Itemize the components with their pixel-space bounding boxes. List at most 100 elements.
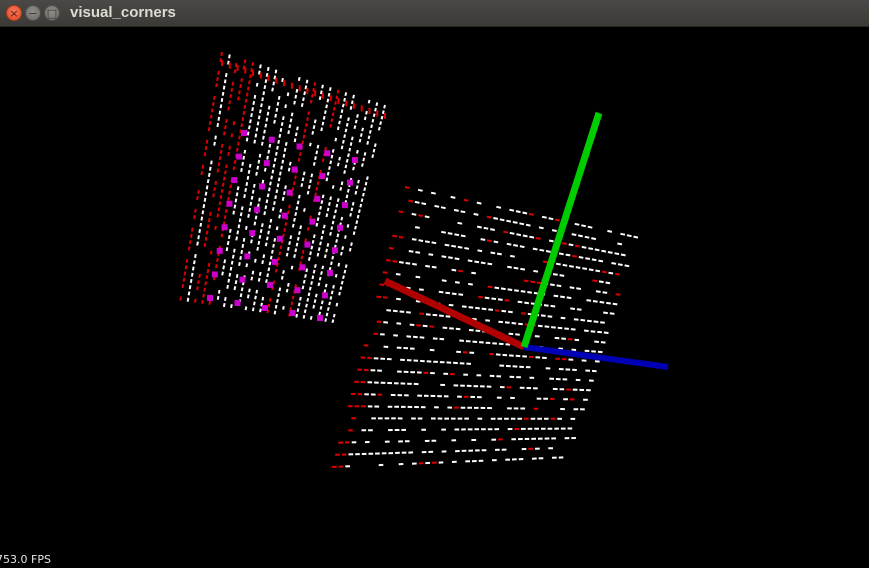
scanline <box>331 104 386 324</box>
scanline <box>417 188 639 239</box>
corner-marker <box>304 241 311 248</box>
scanline <box>324 102 379 322</box>
corner-marker <box>276 235 283 242</box>
corner-marker <box>268 136 275 143</box>
scanline-edge-point <box>306 87 309 94</box>
left-board-point-cloud <box>179 51 386 324</box>
corner-marker <box>332 247 338 254</box>
corner-marker <box>241 130 247 136</box>
corner-marker <box>221 224 228 231</box>
scanline <box>317 99 371 321</box>
scanline-edge-point <box>244 67 247 74</box>
corner-marker <box>254 206 261 213</box>
maximize-icon: □ <box>46 6 58 20</box>
scanline <box>371 417 576 420</box>
scanline-edge-point <box>221 60 223 66</box>
scanline <box>373 357 597 373</box>
corner-marker <box>231 177 238 184</box>
scanline-edge-point <box>368 107 371 114</box>
corner-marker <box>211 271 218 278</box>
scanline-edge-point <box>321 92 324 99</box>
title-bar[interactable]: × − □ visual_corners <box>0 0 869 27</box>
maximize-button[interactable]: □ <box>44 5 60 21</box>
corner-marker <box>216 247 223 254</box>
corner-marker <box>236 153 243 160</box>
corner-marker <box>258 183 265 190</box>
scanline-edge-point <box>298 85 301 92</box>
point-cloud-scene <box>179 51 669 468</box>
corner-marker <box>324 150 331 157</box>
corner-marker <box>207 295 213 301</box>
3d-viewport[interactable] <box>0 27 869 568</box>
close-icon: × <box>9 6 19 20</box>
corner-marker <box>263 160 270 167</box>
corner-marker <box>239 276 246 283</box>
corner-marker <box>266 281 273 288</box>
corner-marker <box>234 300 241 306</box>
scanline <box>360 356 372 360</box>
scanline <box>348 447 554 456</box>
corner-marker <box>309 218 316 225</box>
scanline-edge-point <box>275 77 278 84</box>
corner-marker <box>249 230 256 237</box>
scanline-edge-point <box>337 97 340 104</box>
scanline <box>411 212 626 257</box>
x-axis <box>383 277 526 351</box>
scanline-edge-point <box>252 70 255 77</box>
scanline <box>414 226 630 268</box>
scanline <box>348 428 519 432</box>
scanline <box>345 456 564 468</box>
fps-counter: 753.0 FPS <box>0 553 51 566</box>
scanline <box>288 89 340 317</box>
scanline <box>295 92 348 318</box>
detected-corners <box>207 130 358 321</box>
scanline <box>367 405 585 411</box>
y-axis <box>520 111 603 349</box>
scanline-edge-point <box>290 82 293 89</box>
scanline-edge-point <box>283 80 286 87</box>
corner-marker <box>289 310 296 316</box>
corner-marker <box>291 166 298 173</box>
scanline-edge-point <box>345 100 348 107</box>
corner-marker <box>286 189 293 196</box>
scanline <box>179 51 223 301</box>
scanline-edge-point <box>376 110 379 117</box>
minimize-button[interactable]: − <box>25 5 41 21</box>
corner-marker <box>226 200 233 207</box>
scanline <box>367 381 591 392</box>
scanline <box>370 369 594 382</box>
scanline <box>351 437 576 444</box>
corner-marker <box>347 179 353 186</box>
corner-marker <box>281 212 288 219</box>
corner-marker <box>244 253 251 260</box>
scanline <box>338 438 503 444</box>
minimize-icon: − <box>28 6 38 20</box>
scanline-edge-point <box>267 75 270 82</box>
corner-marker <box>337 224 343 231</box>
corner-marker <box>327 269 333 276</box>
scanline-edge-point <box>259 72 262 79</box>
corner-marker <box>319 173 326 180</box>
corner-marker <box>299 264 306 271</box>
corner-marker <box>296 143 303 150</box>
corner-marker <box>271 258 278 265</box>
corner-marker <box>342 202 348 209</box>
window-title: visual_corners <box>70 4 176 21</box>
close-button[interactable]: × <box>6 5 22 21</box>
corner-marker <box>317 315 323 321</box>
corner-marker <box>294 287 301 294</box>
scanline-edge-point <box>384 113 386 119</box>
scanline <box>414 200 623 246</box>
scanline-edge-point <box>329 95 332 102</box>
scanline-edge-point <box>228 62 231 69</box>
corner-marker <box>322 292 328 299</box>
scanline-edge-point <box>314 90 317 97</box>
scanline <box>361 427 573 432</box>
corner-marker <box>352 157 358 163</box>
scanline-edge-point <box>360 105 363 112</box>
scanline <box>404 186 560 222</box>
scanline-edge-point <box>352 102 355 109</box>
scanline-edge-point <box>236 65 239 72</box>
corner-marker <box>262 305 268 311</box>
corner-marker <box>314 195 321 202</box>
